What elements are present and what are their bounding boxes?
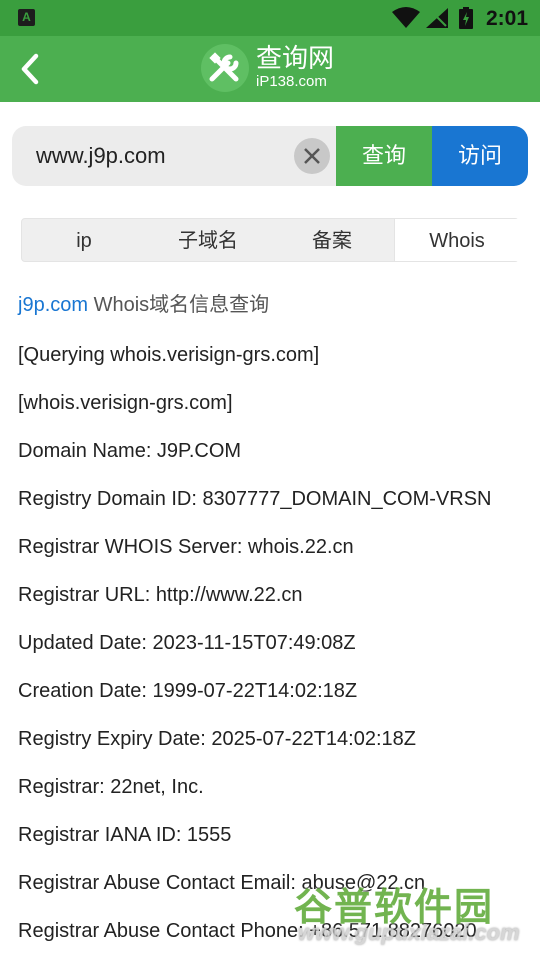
whois-result-list: [Querying whois.verisign-grs.com] [whois…	[18, 342, 538, 966]
watermark-url: www.gupuxiazai.com	[298, 920, 520, 945]
whois-line: Registry Expiry Date: 2025-07-22T14:02:1…	[18, 728, 416, 750]
whois-line: Registrar: 22net, Inc.	[18, 776, 204, 798]
tools-icon	[209, 52, 239, 82]
tab-icp[interactable]: 备案	[270, 219, 394, 261]
heading-text: Whois域名信息查询	[88, 294, 270, 316]
whois-line: Creation Date: 1999-07-22T14:02:18Z	[18, 680, 358, 702]
tab-bar: ip 子域名 备案 Whois	[21, 218, 519, 262]
chevron-left-icon	[21, 53, 39, 85]
query-button[interactable]: 查询	[336, 126, 432, 186]
tab-whois[interactable]: Whois	[394, 219, 519, 261]
app-title: 查询网	[256, 43, 335, 73]
tab-ip[interactable]: ip	[22, 219, 146, 261]
search-field-container	[12, 126, 336, 186]
back-button[interactable]	[14, 50, 50, 88]
whois-line: Updated Date: 2023-11-15T07:49:08Z	[18, 632, 356, 654]
whois-line: Registrar IANA ID: 1555	[18, 824, 232, 846]
app-subtitle: iP138.com	[256, 73, 327, 90]
watermark: 谷普软件园 www.gupuxiazai.com	[294, 876, 540, 960]
whois-line: Registrar WHOIS Server: whois.22.cn	[18, 536, 354, 558]
visit-button[interactable]: 访问	[432, 126, 528, 186]
result-heading: j9p.com Whois域名信息查询	[18, 288, 269, 317]
whois-line: Registrar URL: http://www.22.cn	[18, 584, 303, 606]
clear-button[interactable]	[294, 138, 330, 174]
wifi-icon	[392, 7, 420, 28]
whois-line: [whois.verisign-grs.com]	[18, 392, 233, 414]
whois-line: Registry Domain ID: 8307777_DOMAIN_COM-V…	[18, 488, 492, 510]
search-input[interactable]	[36, 140, 286, 172]
app-logo	[201, 44, 249, 92]
search-bar: 查询 访问	[12, 126, 528, 186]
signal-off-icon	[426, 8, 448, 28]
whois-line: Domain Name: J9P.COM	[18, 440, 242, 462]
close-icon	[304, 148, 320, 164]
status-bar: A 2:01	[0, 0, 540, 36]
whois-line: [Querying whois.verisign-grs.com]	[18, 344, 320, 366]
domain-link[interactable]: j9p.com	[18, 294, 88, 316]
tab-subdomain[interactable]: 子域名	[146, 219, 270, 261]
status-time: 2:01	[486, 7, 529, 30]
battery-icon	[459, 7, 473, 29]
app-bar: 查询网 iP138.com	[0, 36, 540, 102]
app-notification-icon: A	[18, 9, 35, 26]
